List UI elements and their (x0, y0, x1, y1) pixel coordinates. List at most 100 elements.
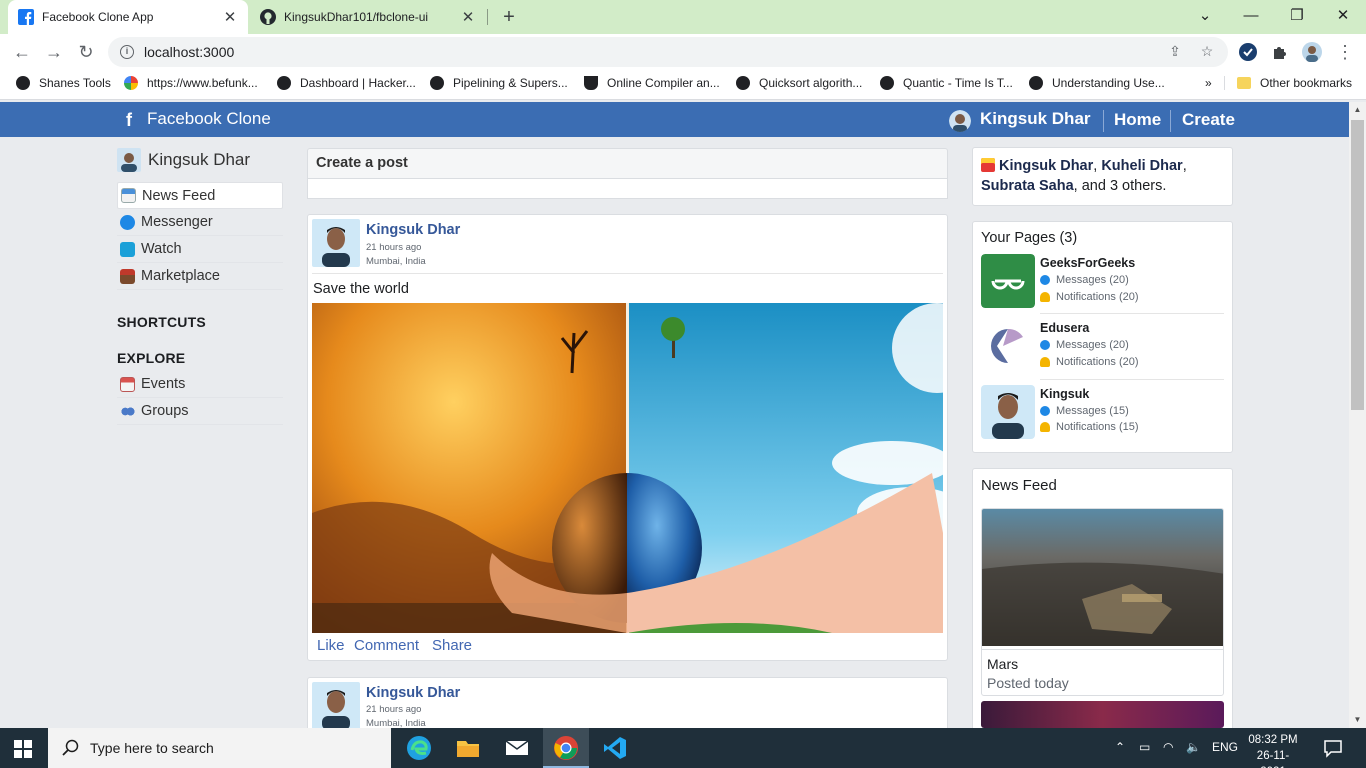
page-messages[interactable]: Messages (15) (1040, 405, 1129, 417)
forward-button[interactable]: → (42, 40, 66, 64)
news-item-card[interactable]: Mars Posted today (981, 508, 1224, 696)
taskbar-search-box[interactable]: Type here to search (48, 728, 391, 768)
birthday-name[interactable]: Subrata Saha (981, 178, 1074, 194)
messenger-icon (1040, 340, 1050, 350)
language-indicator[interactable]: ENG (1212, 740, 1238, 754)
sidebar-profile-name: Kingsuk Dhar (148, 150, 251, 169)
page-notifications[interactable]: Notifications (20) (1040, 356, 1139, 368)
kingsuk-page-logo[interactable] (981, 385, 1035, 439)
windows-start-icon[interactable] (14, 740, 32, 758)
extensions-puzzle-icon[interactable] (1270, 42, 1290, 62)
bookmark-item[interactable]: Dashboard | Hacker... (277, 76, 416, 90)
tab-title: Facebook Clone App (42, 10, 154, 24)
restore-button[interactable]: ❐ (1282, 4, 1312, 28)
news-item-card[interactable] (981, 701, 1224, 728)
navbar-create-link[interactable]: Create (1182, 110, 1235, 130)
browser-menu-icon[interactable]: ⋮ (1333, 40, 1357, 64)
bookmarks-overflow-button[interactable]: » (1205, 76, 1212, 90)
bell-icon (1040, 292, 1050, 302)
new-tab-button[interactable]: + (497, 5, 521, 29)
close-window-button[interactable]: ✕ (1328, 4, 1358, 28)
geeksforgeeks-logo[interactable] (981, 254, 1035, 308)
page-notifications-label: Notifications (20) (1056, 291, 1139, 303)
birthday-name[interactable]: Kuheli Dhar (1101, 158, 1182, 174)
vscode-icon[interactable] (602, 735, 628, 761)
post-avatar[interactable] (312, 219, 360, 267)
site-info-icon[interactable]: i (120, 45, 134, 59)
share-button[interactable]: Share (432, 637, 472, 654)
sidebar-profile[interactable]: Kingsuk Dhar (117, 148, 283, 172)
page-messages[interactable]: Messages (20) (1040, 339, 1129, 351)
page-name[interactable]: Kingsuk (1040, 387, 1089, 401)
bell-icon (1040, 357, 1050, 367)
close-tab-icon[interactable]: ✕ (460, 8, 476, 26)
sidebar-item-groups[interactable]: Groups (117, 398, 283, 425)
url-text: localhost:3000 (144, 44, 235, 60)
post-avatar[interactable] (312, 682, 360, 730)
like-button[interactable]: Like (317, 637, 345, 654)
sidebar-item-watch[interactable]: Watch (117, 236, 283, 263)
navbar-brand[interactable]: Facebook Clone (147, 109, 271, 129)
edge-icon[interactable] (406, 735, 432, 761)
bookmark-label: Quicksort algorith... (759, 76, 863, 90)
bookmark-item[interactable]: Pipelining & Supers... (430, 76, 568, 90)
bookmark-item[interactable]: Understanding Use... (1029, 76, 1165, 90)
watch-icon (120, 241, 135, 257)
tray-chevron-icon[interactable]: ⌃ (1115, 740, 1125, 754)
file-explorer-icon[interactable] (455, 735, 481, 761)
post-image[interactable] (312, 303, 943, 633)
extension-check-icon[interactable] (1238, 42, 1258, 62)
sidebar-item-label: Marketplace (141, 268, 220, 284)
bookmark-item[interactable]: Quicksort algorith... (736, 76, 862, 90)
back-button[interactable]: ← (10, 40, 34, 64)
volume-icon[interactable]: 🔈 (1186, 740, 1201, 754)
post-author[interactable]: Kingsuk Dhar (366, 685, 460, 701)
post-author[interactable]: Kingsuk Dhar (366, 222, 460, 238)
birthday-others: , and 3 others. (1073, 178, 1167, 194)
close-tab-icon[interactable]: ✕ (222, 8, 238, 26)
page-name[interactable]: Edusera (1040, 321, 1089, 335)
share-icon[interactable]: ⇪ (1164, 40, 1186, 62)
sidebar-item-marketplace[interactable]: Marketplace (117, 263, 283, 290)
scroll-up-icon[interactable]: ▲ (1352, 104, 1363, 115)
bookmark-item[interactable]: Quantic - Time Is T... (880, 76, 1013, 90)
notifications-icon[interactable] (1322, 737, 1344, 759)
reload-button[interactable]: ↻ (74, 40, 98, 64)
tab-facebook-clone[interactable]: Facebook Clone App ✕ (8, 0, 248, 34)
bookmark-star-icon[interactable]: ☆ (1196, 40, 1218, 62)
chrome-icon[interactable] (553, 735, 579, 761)
page-notifications[interactable]: Notifications (20) (1040, 291, 1139, 303)
avatar (117, 148, 141, 172)
sidebar-item-events[interactable]: Events (117, 371, 283, 398)
mail-icon[interactable] (504, 735, 530, 761)
scroll-down-icon[interactable]: ▼ (1352, 714, 1363, 725)
create-post-input[interactable] (307, 179, 948, 199)
page-messages[interactable]: Messages (20) (1040, 274, 1129, 286)
tab-github-repo[interactable]: KingsukDhar101/fbclone-ui ✕ (250, 0, 486, 34)
sidebar-item-news-feed[interactable]: News Feed (117, 182, 283, 209)
profile-avatar-icon[interactable] (1302, 42, 1322, 62)
tab-search-chevron-icon[interactable]: ⌄ (1190, 4, 1220, 28)
scrollbar-thumb[interactable] (1351, 120, 1364, 410)
navbar-avatar[interactable] (949, 110, 971, 132)
page-notifications[interactable]: Notifications (15) (1040, 421, 1139, 433)
comment-button[interactable]: Comment (354, 637, 419, 654)
wifi-icon[interactable]: ◠ (1163, 740, 1173, 754)
navbar-home-link[interactable]: Home (1114, 110, 1161, 130)
bookmark-item[interactable]: Shanes Tools (16, 76, 111, 90)
birthday-name[interactable]: Kingsuk Dhar (999, 158, 1093, 174)
bookmark-item[interactable]: https://www.befunk... (124, 76, 258, 90)
minimize-button[interactable]: — (1236, 4, 1266, 28)
create-post-title: Create a post (316, 155, 408, 171)
sidebar-item-label: News Feed (142, 187, 216, 204)
edusera-logo[interactable] (981, 319, 1035, 373)
page-messages-label: Messages (20) (1056, 339, 1129, 351)
address-bar[interactable]: i localhost:3000 ⇪ ☆ (108, 37, 1228, 67)
other-bookmarks[interactable]: Other bookmarks (1224, 76, 1352, 90)
bookmark-item[interactable]: Online Compiler an... (584, 76, 720, 90)
sidebar-item-messenger[interactable]: Messenger (117, 209, 283, 236)
battery-icon[interactable]: ▭ (1139, 740, 1150, 754)
page-name[interactable]: GeeksForGeeks (1040, 256, 1135, 270)
taskbar-clock[interactable]: 08:32 PM 26-11-2021 (1248, 732, 1298, 768)
navbar-user-name[interactable]: Kingsuk Dhar (980, 109, 1091, 129)
